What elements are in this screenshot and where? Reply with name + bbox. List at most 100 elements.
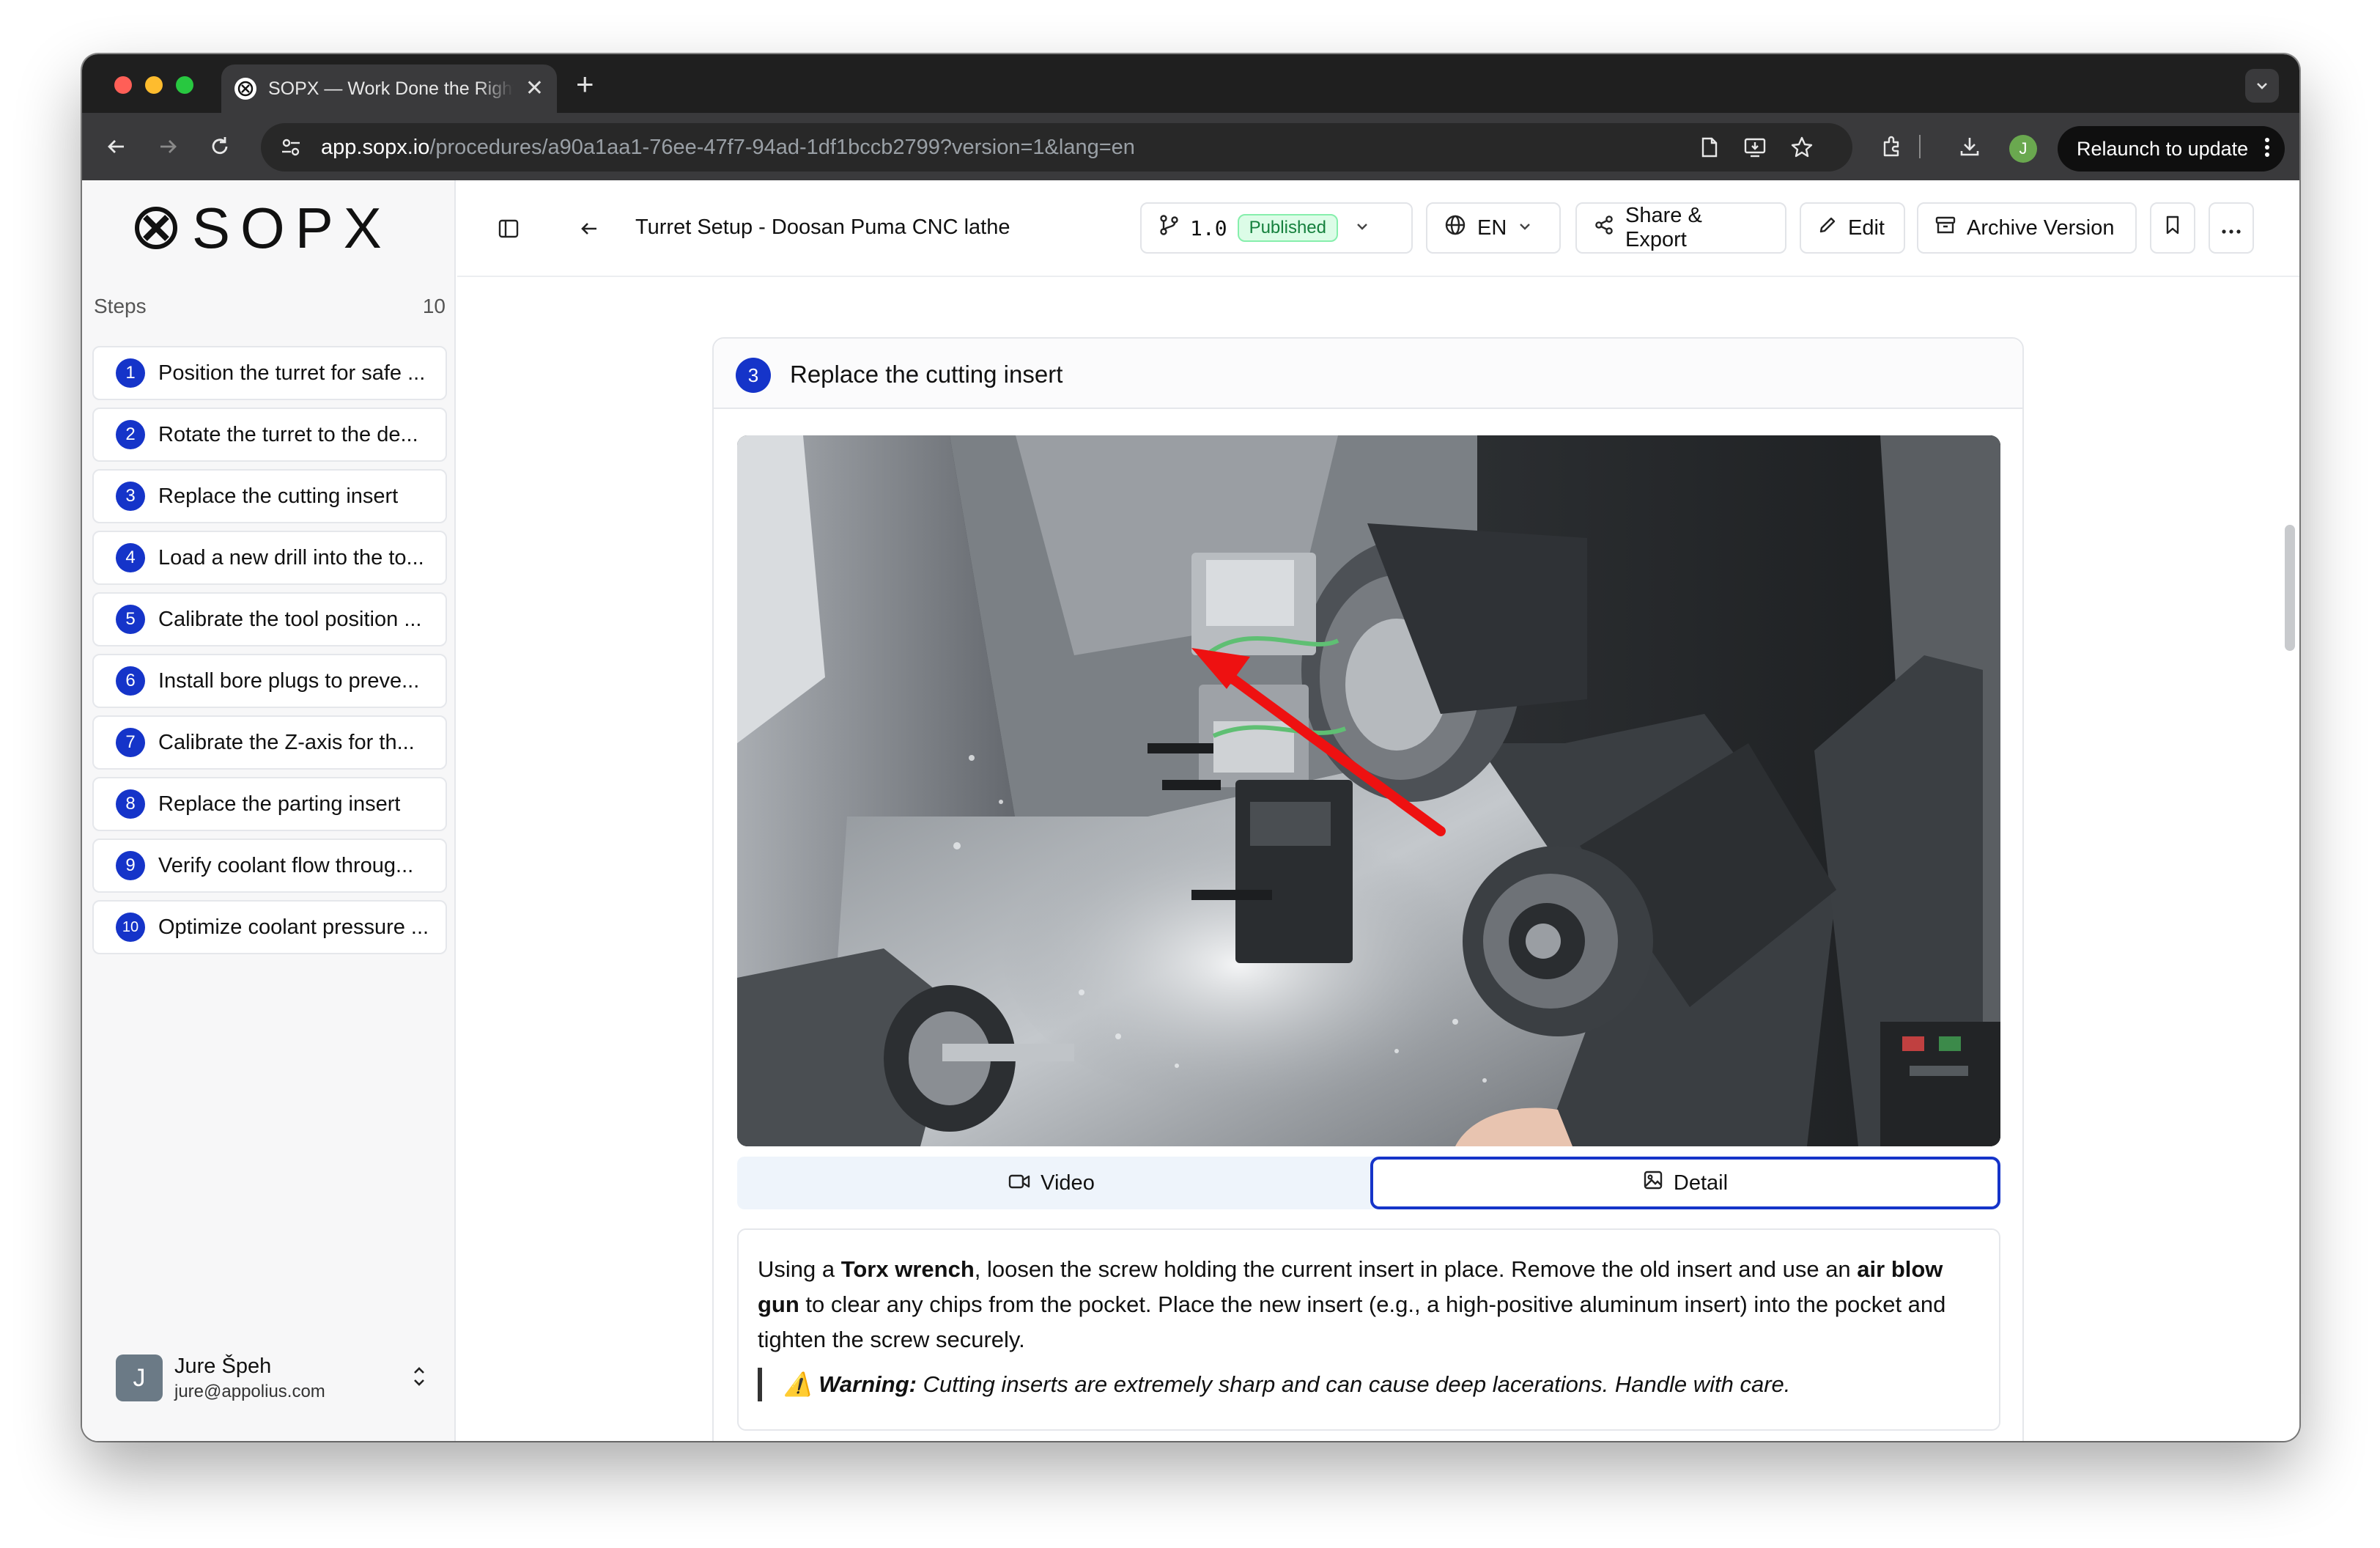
sopx-favicon-icon [234, 78, 256, 100]
chevron-down-icon [1354, 216, 1370, 240]
sopx-logo-icon [135, 207, 177, 249]
back-icon[interactable] [98, 129, 133, 164]
chevron-down-icon [1517, 216, 1533, 240]
zoom-window-button[interactable] [176, 76, 193, 94]
pencil-icon [1817, 215, 1838, 241]
logo-text: SOPX [192, 196, 392, 260]
step-label: Replace the cutting insert [158, 484, 399, 508]
new-tab-button[interactable]: + [576, 69, 594, 100]
version-selector[interactable]: 1.0 Published [1140, 202, 1413, 254]
step-item-1[interactable]: 1 Position the turret for safe ... [92, 346, 447, 400]
bookmark-icon [2164, 215, 2181, 241]
step-detail-image[interactable] [737, 435, 2000, 1146]
step-item-7[interactable]: 7 Calibrate the Z-axis for th... [92, 715, 447, 770]
browser-window: SOPX — Work Done the Right Way ✕ + app.s… [82, 54, 2299, 1441]
bookmark-star-icon[interactable] [1785, 130, 1819, 164]
video-tab-label: Video [1041, 1171, 1095, 1195]
edit-label: Edit [1848, 215, 1885, 240]
media-tabs: Video Detail [737, 1157, 2000, 1209]
forward-icon[interactable] [151, 129, 186, 164]
step-description-text: Using a Torx wrench, loosen the screw ho… [758, 1256, 1946, 1352]
step-label: Optimize coolant pressure ... [158, 915, 429, 939]
step-item-2[interactable]: 2 Rotate the turret to the de... [92, 408, 447, 462]
step-card-header: 3 Replace the cutting insert [714, 339, 2022, 409]
reload-icon[interactable] [202, 129, 237, 164]
tab-close-icon[interactable]: ✕ [525, 78, 544, 100]
more-vert-icon [2264, 136, 2270, 163]
user-name: Jure Špeh [174, 1354, 272, 1378]
bookmark-button[interactable] [2150, 202, 2195, 254]
downloads-icon[interactable] [1952, 129, 1987, 164]
page-scrollbar[interactable] [2285, 525, 2295, 651]
sopx-logo[interactable]: SOPX [133, 199, 392, 257]
install-app-icon[interactable] [1738, 130, 1772, 164]
procedure-title: Turret Setup - Doosan Puma CNC lathe [635, 215, 1010, 239]
chevrons-up-down-icon [410, 1363, 428, 1393]
step-number: 5 [116, 605, 145, 634]
edit-button[interactable]: Edit [1800, 202, 1905, 254]
git-branch-icon [1158, 214, 1180, 242]
video-camera-icon [1008, 1171, 1030, 1195]
close-window-button[interactable] [114, 76, 132, 94]
step-item-5[interactable]: 5 Calibrate the tool position ... [92, 592, 447, 646]
steps-list: 1 Position the turret for safe ... 2 Rotat… [92, 346, 447, 962]
more-options-button[interactable] [2209, 202, 2254, 254]
address-bar[interactable]: app.sopx.io/procedures/a90a1aa1-76ee-47f… [261, 123, 1852, 172]
more-horizontal-icon [2221, 216, 2242, 240]
step-label: Rotate the turret to the de... [158, 422, 418, 446]
language-selector[interactable]: EN [1426, 202, 1561, 254]
archive-version-button[interactable]: Archive Version [1917, 202, 2137, 254]
step-number: 6 [116, 666, 145, 696]
image-icon [1643, 1170, 1663, 1196]
warning-icon: ⚠️ [784, 1371, 813, 1397]
step-label: Position the turret for safe ... [158, 361, 426, 385]
step-label: Calibrate the Z-axis for th... [158, 730, 415, 754]
step-number: 7 [116, 728, 145, 757]
step-label: Replace the parting insert [158, 792, 401, 816]
user-email: jure@appolius.com [174, 1381, 325, 1401]
step-number: 3 [116, 482, 145, 511]
detail-tab[interactable]: Detail [1370, 1157, 2000, 1209]
site-settings-icon[interactable] [274, 130, 308, 164]
window-controls [114, 76, 193, 94]
step-item-3[interactable]: 3 Replace the cutting insert [92, 469, 447, 523]
tab-bar: SOPX — Work Done the Right Way ✕ + [82, 54, 2299, 113]
browser-tab-active[interactable]: SOPX — Work Done the Right Way ✕ [221, 64, 557, 113]
step-item-6[interactable]: 6 Install bore plugs to preve... [92, 654, 447, 708]
sidebar-toggle-icon[interactable] [492, 213, 525, 245]
warning-label: Warning: [818, 1371, 917, 1397]
step-item-8[interactable]: 8 Replace the parting insert [92, 777, 447, 831]
steps-count: 10 [422, 295, 446, 317]
tab-search-button[interactable] [2245, 69, 2279, 103]
step-label: Install bore plugs to preve... [158, 668, 420, 693]
main-content: Turret Setup - Doosan Puma CNC lathe 1.0… [457, 180, 2299, 1441]
globe-icon [1444, 213, 1467, 243]
step-item-4[interactable]: 4 Load a new drill into the to... [92, 531, 447, 585]
step-item-9[interactable]: 9 Verify coolant flow throug... [92, 838, 447, 893]
extensions-icon[interactable] [1874, 129, 1910, 164]
tab-title: SOPX — Work Done the Right Way [268, 78, 514, 99]
step-card-title: Replace the cutting insert [790, 361, 1063, 388]
back-arrow-icon[interactable] [573, 213, 605, 245]
toolbar-divider [1918, 129, 1921, 164]
step-label: Load a new drill into the to... [158, 545, 424, 570]
minimize-window-button[interactable] [145, 76, 163, 94]
relaunch-button[interactable]: Relaunch to update [2058, 126, 2285, 172]
video-tab[interactable]: Video [737, 1157, 1366, 1209]
app-root: SOPX Steps 10 1 Position the turret for s… [82, 180, 2299, 1441]
tool-torx-wrench: Torx wrench [840, 1256, 975, 1282]
step-item-10[interactable]: 10 Optimize coolant pressure ... [92, 900, 447, 954]
page-icon[interactable] [1693, 130, 1726, 164]
step-number: 9 [116, 851, 145, 880]
step-number: 10 [116, 913, 145, 942]
sidebar: SOPX Steps 10 1 Position the turret for s… [82, 180, 456, 1441]
step-number: 1 [116, 358, 145, 388]
language-label: EN [1477, 215, 1507, 240]
profile-avatar[interactable]: J [2009, 135, 2037, 163]
step-card: 3 Replace the cutting insert Video Detai… [712, 337, 2024, 1441]
relaunch-label: Relaunch to update [2077, 137, 2249, 160]
share-export-button[interactable]: Share & Export [1575, 202, 1786, 254]
share-icon [1593, 214, 1615, 242]
chevron-down-icon [2257, 83, 2267, 89]
user-menu[interactable]: J Jure Špeh jure@appolius.com [116, 1350, 438, 1406]
